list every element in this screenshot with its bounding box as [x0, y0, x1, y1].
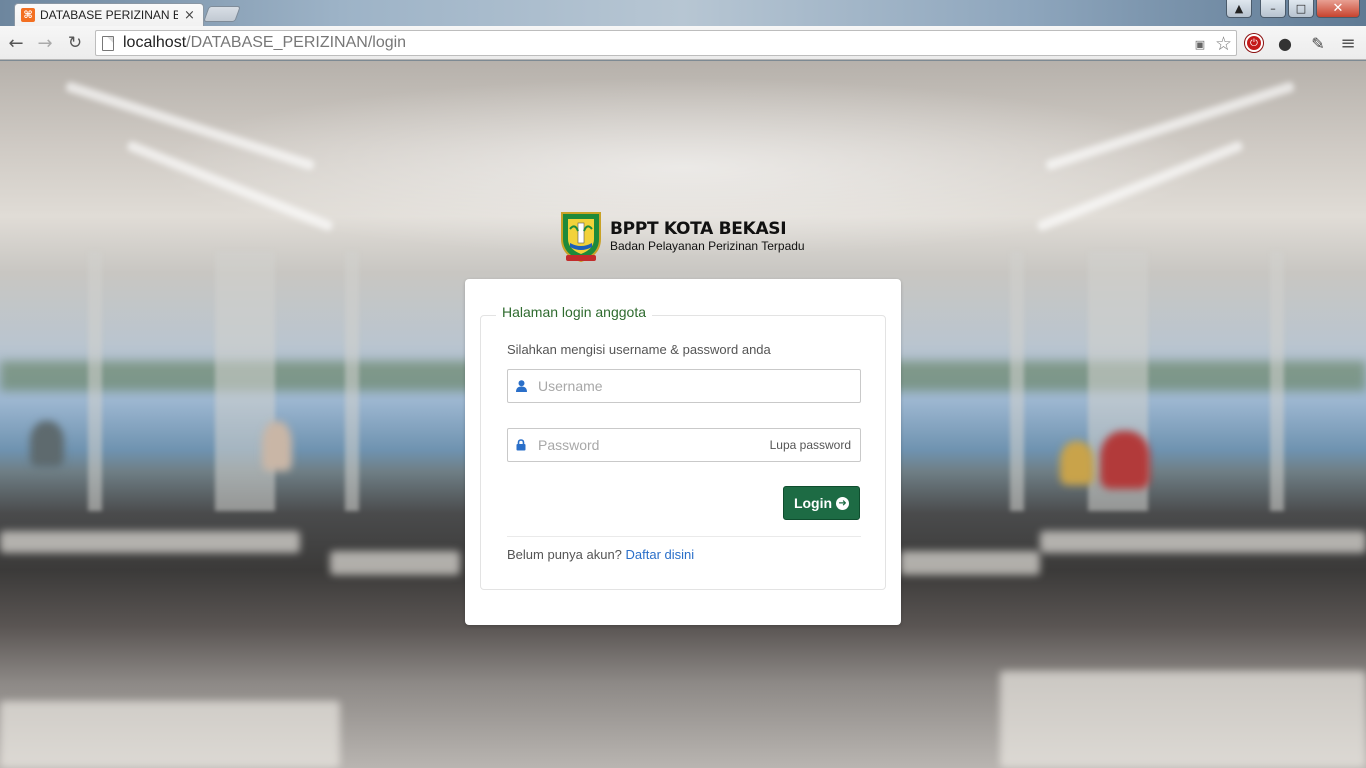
background-decoration [88, 251, 102, 511]
password-input[interactable] [534, 430, 770, 460]
background-decoration [215, 251, 275, 511]
background-decoration [1060, 441, 1094, 485]
logo-subtitle: Badan Pelayanan Perizinan Terpadu [610, 238, 805, 253]
translate-icon[interactable]: ▣ [1191, 35, 1209, 53]
background-decoration [0, 701, 340, 768]
bookmark-star-icon[interactable]: ☆ [1215, 33, 1232, 55]
back-arrow-icon[interactable]: ← [5, 32, 27, 54]
browser-toolbar: ← → ↻ localhost/DATABASE_PERIZINAN/login… [0, 26, 1366, 60]
forward-arrow-icon[interactable]: → [34, 32, 56, 54]
menu-icon[interactable]: ≡ [1337, 32, 1359, 54]
background-decoration [64, 81, 316, 171]
login-fieldset: Halaman login anggota Silahkan mengisi u… [480, 304, 886, 590]
close-window-button[interactable]: ✕ [1316, 0, 1360, 18]
background-decoration [1044, 81, 1296, 171]
address-bar[interactable]: localhost/DATABASE_PERIZINAN/login ▣ ☆ [95, 30, 1237, 56]
eyedropper-icon[interactable]: ✎ [1307, 32, 1329, 54]
browser-tab-active[interactable]: ⌘ DATABASE PERIZINAN BP × [14, 3, 204, 26]
login-button[interactable]: Login ➜ [783, 486, 860, 520]
background-decoration [1040, 531, 1366, 553]
background-decoration [900, 551, 1040, 575]
browser-titlebar: ⌘ DATABASE PERIZINAN BP × ▲ – □ ✕ [0, 0, 1366, 26]
user-icon [508, 380, 534, 392]
login-legend: Halaman login anggota [496, 304, 652, 320]
minimize-button[interactable]: – [1260, 0, 1286, 18]
background-decoration [30, 421, 64, 467]
page-viewport: BPPT KOTA BEKASI Badan Pelayanan Perizin… [0, 61, 1366, 768]
background-decoration [1000, 671, 1366, 768]
username-input[interactable] [534, 371, 860, 401]
bppt-logo: BPPT KOTA BEKASI Badan Pelayanan Perizin… [558, 209, 805, 263]
login-card: Halaman login anggota Silahkan mengisi u… [465, 279, 901, 625]
profile-icon[interactable]: ▲ [1226, 0, 1252, 18]
background-decoration [1010, 251, 1024, 511]
background-decoration [330, 551, 460, 575]
password-field: Lupa password [507, 428, 861, 462]
reload-icon[interactable]: ↻ [64, 32, 86, 54]
register-prompt: Belum punya akun? [507, 547, 626, 562]
divider [507, 536, 861, 537]
background-decoration [1100, 431, 1150, 489]
register-row: Belum punya akun? Daftar disini [507, 547, 694, 562]
login-button-label: Login [793, 495, 833, 511]
maximize-button[interactable]: □ [1288, 0, 1314, 18]
bomb-extension-icon[interactable]: ● [1274, 32, 1296, 54]
url-path: /DATABASE_PERIZINAN/login [186, 34, 407, 51]
arrow-circle-right-icon: ➜ [836, 496, 850, 510]
background-decoration [1270, 251, 1284, 511]
background-decoration [345, 251, 359, 511]
login-hint: Silahkan mengisi username & password and… [507, 342, 771, 357]
kota-bekasi-emblem-icon [561, 212, 601, 263]
window-controls: ▲ – □ ✕ [1226, 0, 1360, 18]
page-icon [102, 35, 114, 51]
stop-extension-icon[interactable]: ⏻ [1243, 32, 1265, 54]
xampp-icon: ⌘ [21, 8, 35, 22]
background-decoration [262, 421, 292, 471]
background-decoration [126, 140, 334, 232]
background-decoration [0, 531, 300, 553]
logo-title: BPPT KOTA BEKASI [610, 218, 787, 239]
forgot-password-link[interactable]: Lupa password [770, 438, 860, 452]
new-tab-button[interactable] [203, 6, 241, 22]
url-host: localhost [123, 34, 187, 51]
tab-title: DATABASE PERIZINAN BP [40, 8, 178, 22]
register-link[interactable]: Daftar disini [626, 547, 695, 562]
tab-close-icon[interactable]: × [184, 8, 195, 23]
username-field [507, 369, 861, 403]
lock-icon [508, 439, 534, 451]
